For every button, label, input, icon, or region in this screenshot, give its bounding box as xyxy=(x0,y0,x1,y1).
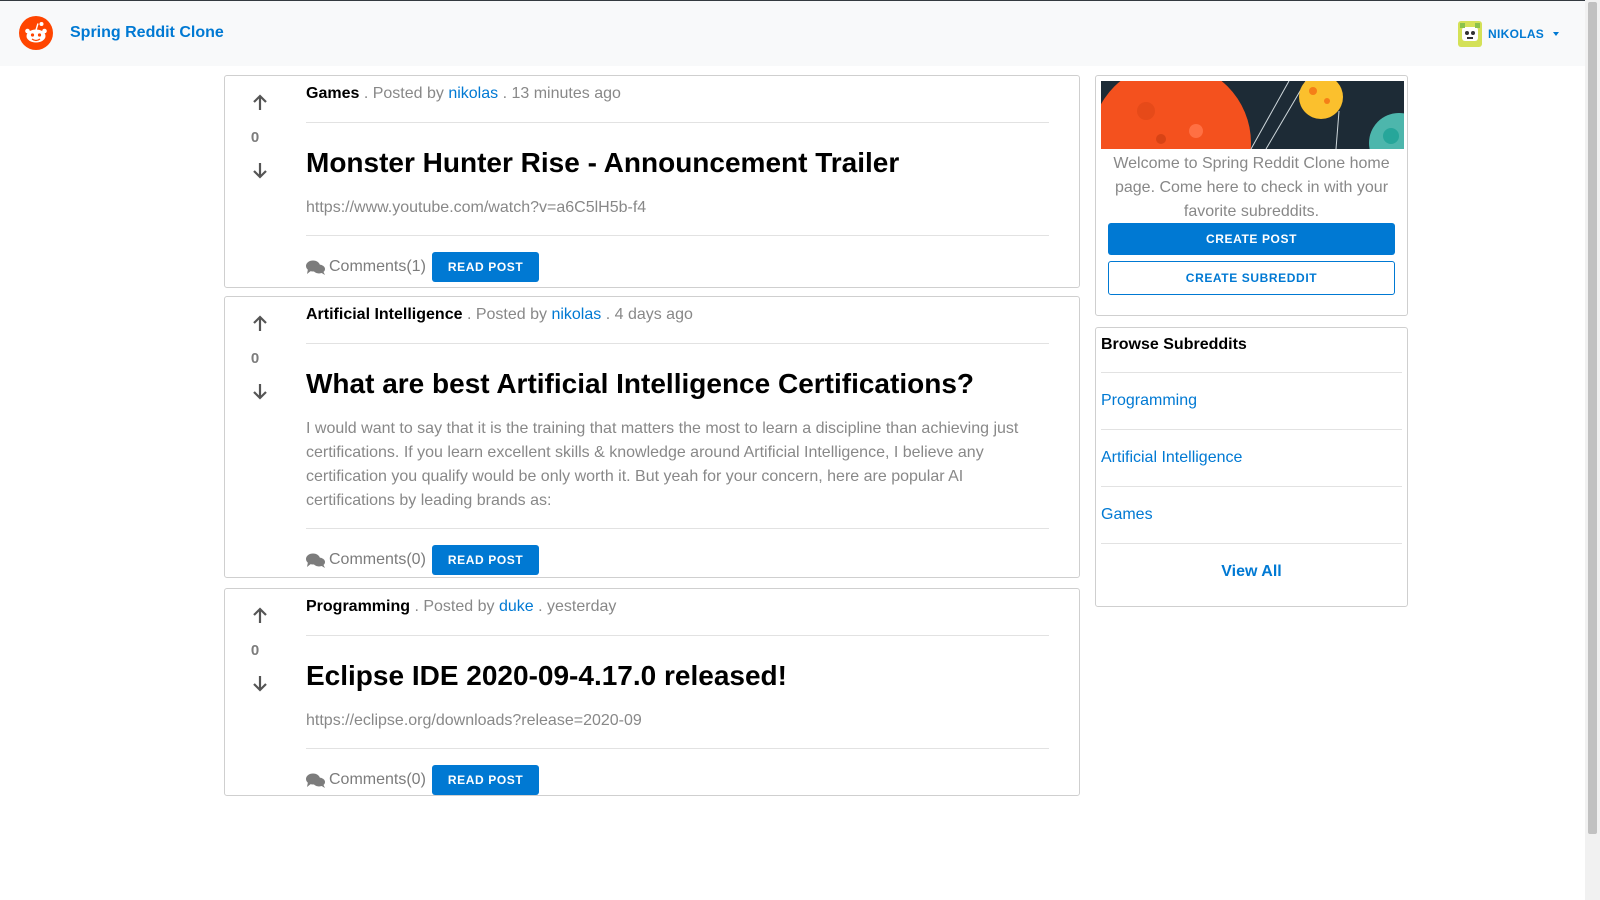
post-time: . yesterday xyxy=(538,598,617,615)
subreddit-link[interactable]: Games xyxy=(1101,486,1402,543)
divider xyxy=(306,122,1049,123)
post-title[interactable]: Monster Hunter Rise - Announcement Trail… xyxy=(306,146,1049,180)
post-footer: Comments(1) READ POST xyxy=(306,252,1049,282)
username-label: NIKOLAS xyxy=(1488,27,1545,41)
comments-count: Comments(0) xyxy=(329,771,426,788)
brand-name-link[interactable]: Spring Reddit Clone xyxy=(70,24,224,42)
arrow-up-icon[interactable] xyxy=(249,92,271,114)
post-card: 0 Programming . Posted by duke . yesterd… xyxy=(224,588,1080,796)
scrollbar-thumb[interactable] xyxy=(1588,2,1597,834)
create-post-button[interactable]: CREATE POST xyxy=(1108,223,1395,255)
comments-count: Comments(1) xyxy=(329,258,426,275)
post-title[interactable]: Eclipse IDE 2020-09-4.17.0 released! xyxy=(306,659,1049,693)
post-time: . 4 days ago xyxy=(605,306,693,323)
post-meta: Programming . Posted by duke . yesterday xyxy=(306,597,1049,617)
post-content: https://eclipse.org/downloads?release=20… xyxy=(306,712,642,729)
posted-by-label: . Posted by xyxy=(414,598,495,615)
comments-count: Comments(0) xyxy=(329,551,426,568)
browse-subreddits-card: Browse Subreddits Programming Artificial… xyxy=(1095,327,1408,607)
space-banner-image xyxy=(1101,81,1404,149)
caret-down-icon xyxy=(1553,32,1560,36)
post-footer: Comments(0) READ POST xyxy=(306,765,1049,795)
arrow-down-icon[interactable] xyxy=(249,380,271,402)
subreddit-link[interactable]: Artificial Intelligence xyxy=(1101,429,1402,486)
view-all-link[interactable]: View All xyxy=(1101,543,1402,600)
welcome-card: Welcome to Spring Reddit Clone home page… xyxy=(1095,75,1408,316)
arrow-up-icon[interactable] xyxy=(249,313,271,335)
post-author-link[interactable]: nikolas xyxy=(448,85,498,102)
post-author-link[interactable]: duke xyxy=(499,598,534,615)
post-body: Games . Posted by nikolas . 13 minutes a… xyxy=(306,84,1049,282)
divider xyxy=(306,343,1049,344)
post-meta: Artificial Intelligence . Posted by niko… xyxy=(306,305,1049,325)
arrow-down-icon[interactable] xyxy=(249,672,271,694)
user-menu-dropdown[interactable]: NIKOLAS xyxy=(1458,21,1560,47)
post-body: Artificial Intelligence . Posted by niko… xyxy=(306,305,1049,575)
post-subreddit-link[interactable]: Artificial Intelligence xyxy=(306,306,462,323)
subreddit-list: Programming Artificial Intelligence Game… xyxy=(1101,372,1402,600)
user-avatar-icon xyxy=(1458,21,1482,47)
arrow-down-icon[interactable] xyxy=(249,159,271,181)
read-post-button[interactable]: READ POST xyxy=(431,765,540,795)
vote-count: 0 xyxy=(250,129,260,146)
posted-by-label: . Posted by xyxy=(466,306,547,323)
vote-count: 0 xyxy=(250,642,260,659)
post-content: I would want to say that it is the train… xyxy=(306,420,1019,509)
divider xyxy=(306,528,1049,529)
create-subreddit-button[interactable]: CREATE SUBREDDIT xyxy=(1108,261,1395,295)
welcome-text: Welcome to Spring Reddit Clone home page… xyxy=(1113,155,1390,220)
vote-count: 0 xyxy=(250,350,260,367)
reddit-alien-icon[interactable] xyxy=(19,16,53,50)
divider xyxy=(306,235,1049,236)
post-meta: Games . Posted by nikolas . 13 minutes a… xyxy=(306,84,1049,104)
post-subreddit-link[interactable]: Programming xyxy=(306,598,410,615)
posted-by-label: . Posted by xyxy=(363,85,444,102)
post-time: . 13 minutes ago xyxy=(502,85,621,102)
post-card: 0 Artificial Intelligence . Posted by ni… xyxy=(224,296,1080,578)
top-navbar: Spring Reddit Clone NIKOLAS xyxy=(0,0,1585,66)
post-body: Programming . Posted by duke . yesterday… xyxy=(306,597,1049,795)
read-post-button[interactable]: READ POST xyxy=(431,545,540,575)
browse-subreddits-title: Browse Subreddits xyxy=(1101,336,1247,353)
post-footer: Comments(0) READ POST xyxy=(306,545,1049,575)
comments-link[interactable]: Comments(0) xyxy=(306,551,426,569)
subreddit-link[interactable]: Programming xyxy=(1101,372,1402,429)
arrow-up-icon[interactable] xyxy=(249,605,271,627)
vote-panel: 0 xyxy=(249,313,271,402)
comments-link[interactable]: Comments(1) xyxy=(306,258,426,276)
comments-link[interactable]: Comments(0) xyxy=(306,771,426,789)
comments-icon xyxy=(306,553,325,568)
post-title[interactable]: What are best Artificial Intelligence Ce… xyxy=(306,367,1049,401)
post-card: 0 Games . Posted by nikolas . 13 minutes… xyxy=(224,75,1080,288)
read-post-button[interactable]: READ POST xyxy=(431,252,540,282)
post-author-link[interactable]: nikolas xyxy=(551,306,601,323)
vote-panel: 0 xyxy=(249,605,271,694)
divider xyxy=(306,635,1049,636)
comments-icon xyxy=(306,773,325,788)
vote-panel: 0 xyxy=(249,92,271,181)
post-content: https://www.youtube.com/watch?v=a6C5lH5b… xyxy=(306,199,647,216)
divider xyxy=(306,748,1049,749)
post-subreddit-link[interactable]: Games xyxy=(306,85,359,102)
comments-icon xyxy=(306,260,325,275)
